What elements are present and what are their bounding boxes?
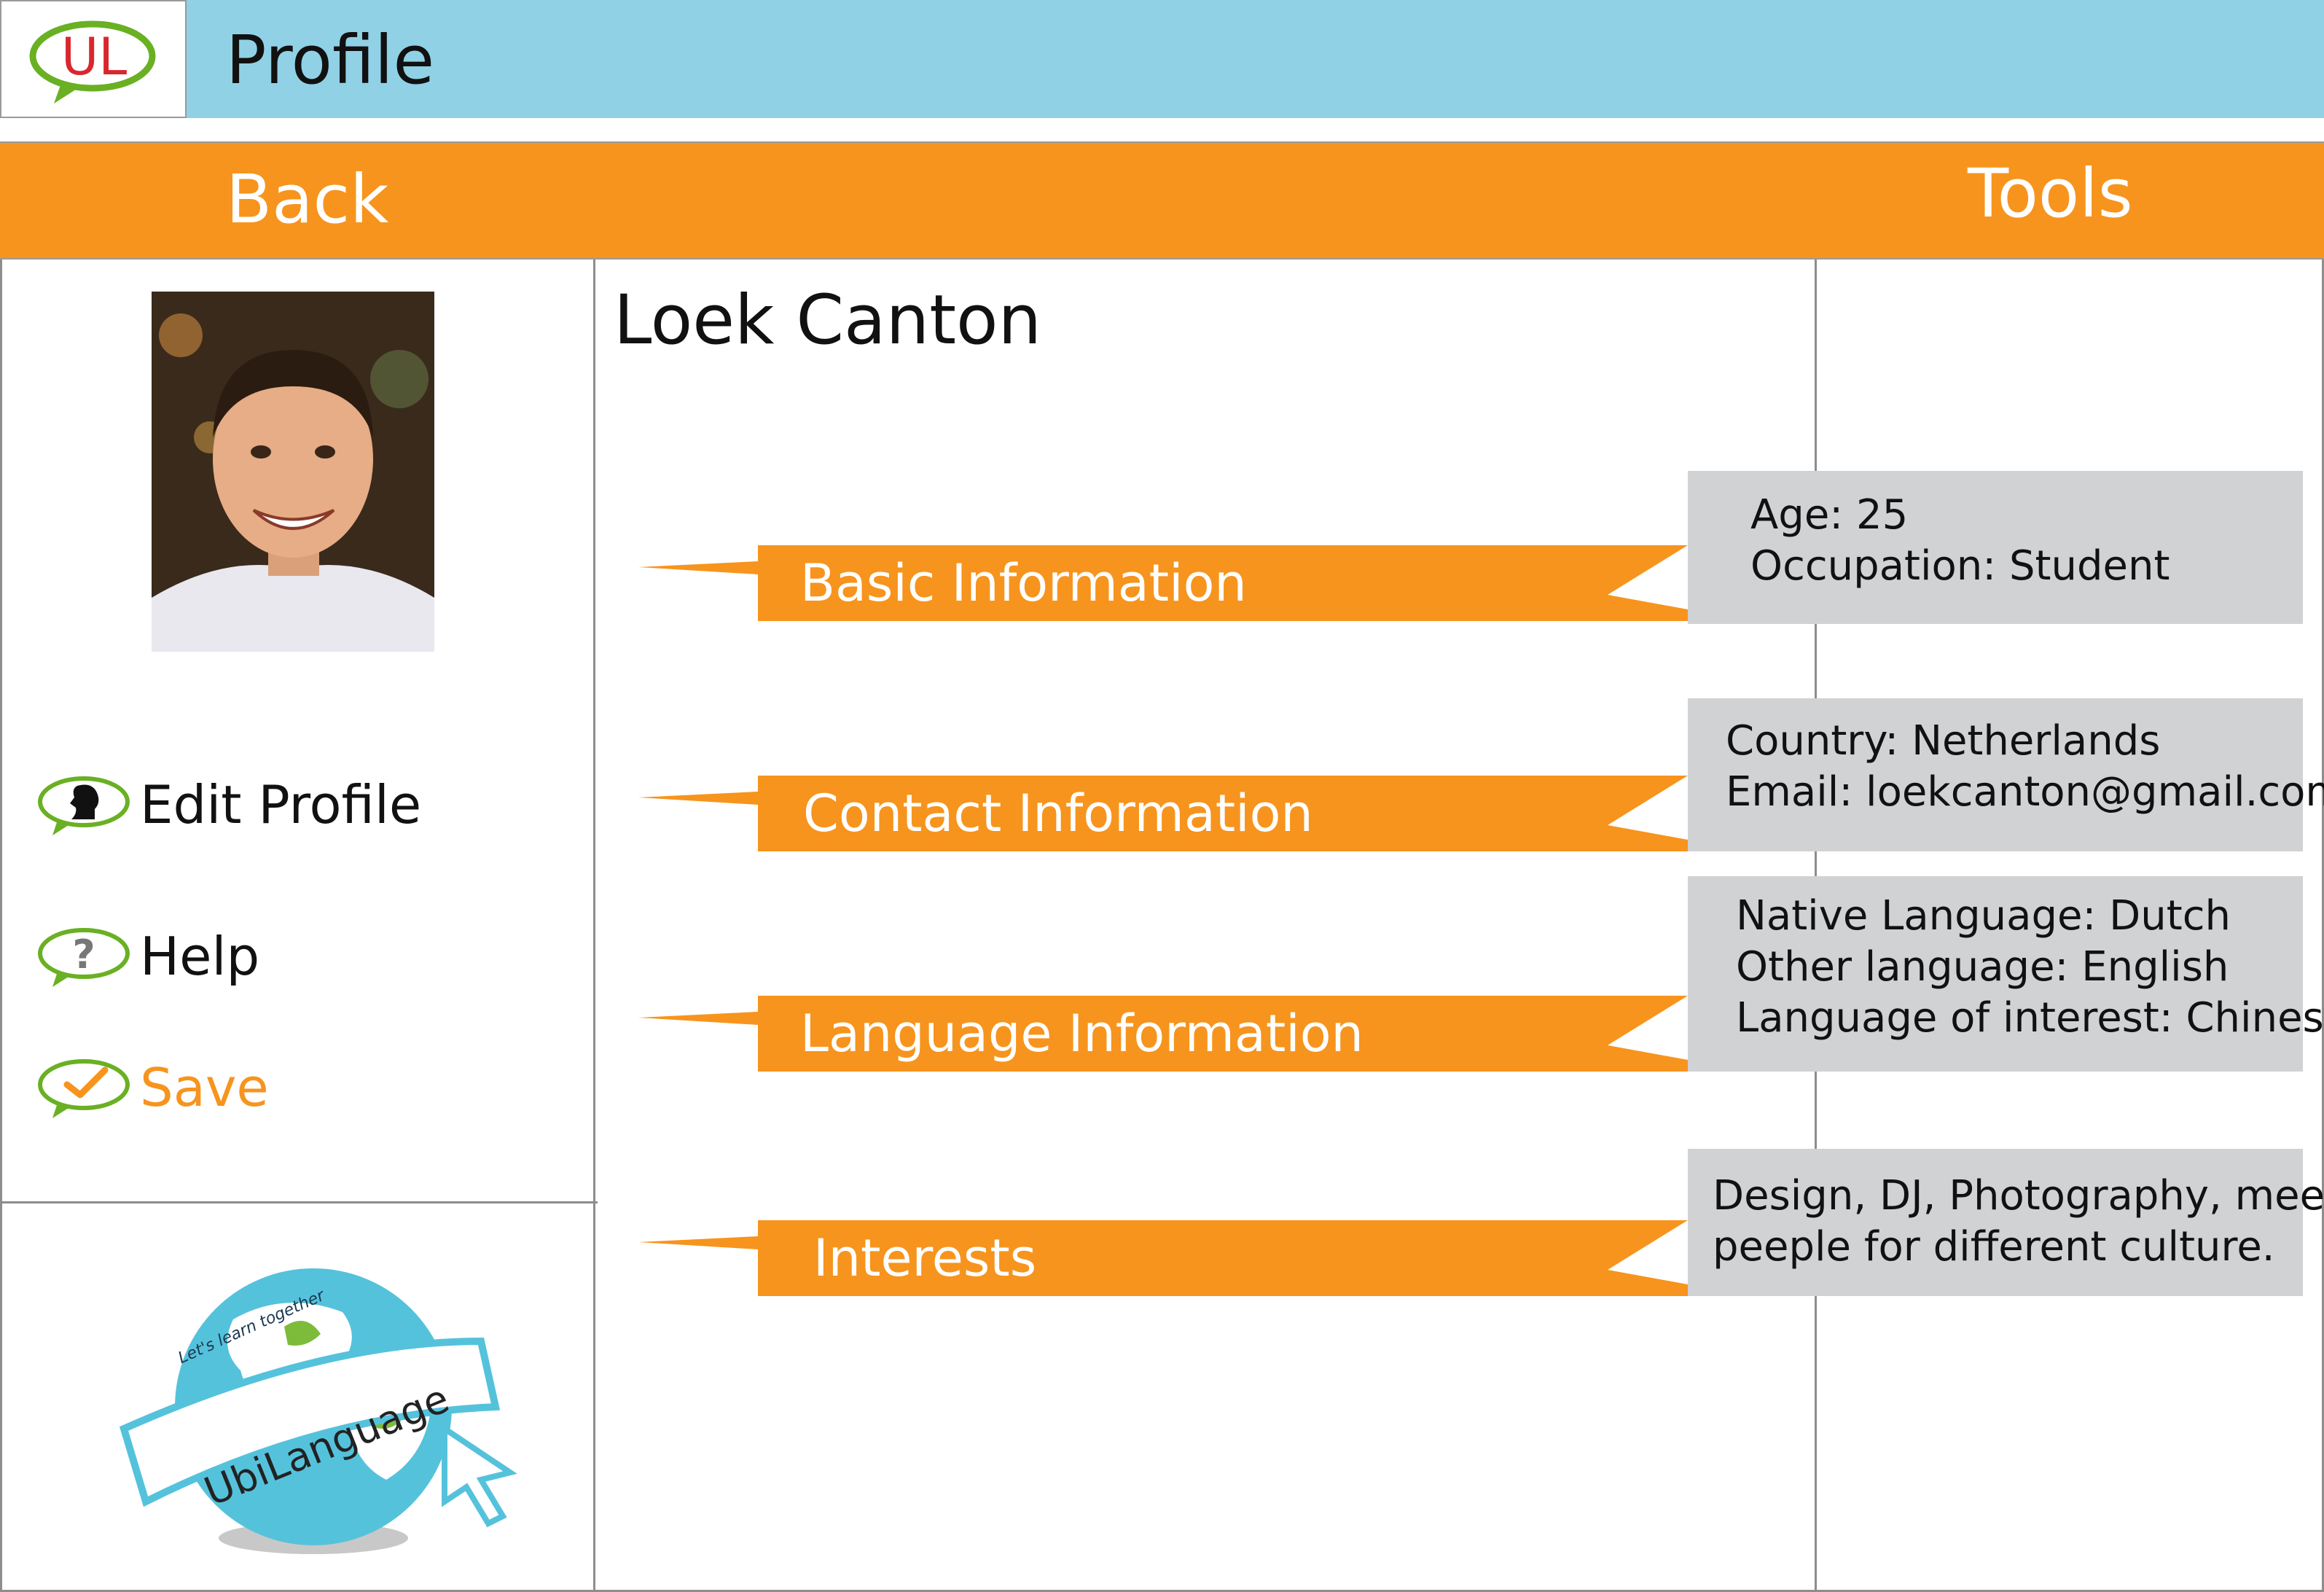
- edit-profile-icon: [38, 776, 130, 835]
- header-bar: [187, 0, 2324, 118]
- section-banner-shape: [638, 1220, 1688, 1296]
- country-text: Country: Netherlands: [1726, 717, 2161, 765]
- interests-line-1: Design, DJ, Photography, meet: [1713, 1172, 2324, 1220]
- profile-photo-image: [152, 292, 434, 652]
- left-border: [0, 260, 2, 1592]
- ubilanguage-logo: UbiLanguage Let's learn together: [102, 1225, 554, 1567]
- ul-logo-icon: UL: [29, 20, 156, 104]
- interests-banner[interactable]: Interests: [638, 1220, 1688, 1296]
- email-text: Email: loekcanton@gmail.com: [1726, 768, 2324, 816]
- page-title: Profile: [226, 21, 435, 99]
- contact-information-box: Country: Netherlands Email: loekcanton@g…: [1688, 698, 2324, 851]
- save-check-icon: [38, 1059, 130, 1118]
- edit-profile-label: Edit Profile: [140, 774, 422, 835]
- language-of-interest-text: Language of interest: Chinese: [1736, 994, 2324, 1042]
- globe-logo-icon: UbiLanguage Let's learn together: [119, 1268, 517, 1554]
- contact-information-label: Contact Information: [803, 784, 1313, 843]
- help-menu-item[interactable]: ? Help: [35, 923, 259, 990]
- native-language-text: Native Language: Dutch: [1736, 892, 2231, 940]
- basic-information-banner[interactable]: Basic Information: [638, 545, 1688, 621]
- basic-information-label: Basic Information: [800, 553, 1247, 613]
- age-text: Age: 25: [1750, 491, 1909, 539]
- language-information-label: Language Information: [800, 1004, 1364, 1064]
- interests-box: Design, DJ, Photography, meet peeple for…: [1688, 1149, 2324, 1296]
- sidebar-section-divider: [0, 1201, 598, 1203]
- edit-profile-menu-item[interactable]: Edit Profile: [35, 771, 421, 838]
- sidebar-divider: [593, 260, 595, 1592]
- svg-text:?: ?: [72, 932, 95, 978]
- occupation-text: Occupation: Student: [1750, 542, 2170, 590]
- basic-information-box: Age: 25 Occupation: Student: [1688, 471, 2303, 624]
- save-label: Save: [140, 1057, 269, 1118]
- language-information-banner[interactable]: Language Information: [638, 996, 1688, 1072]
- logo-text: UL: [61, 27, 127, 87]
- help-label: Help: [140, 926, 260, 987]
- save-menu-item[interactable]: Save: [35, 1054, 269, 1121]
- language-information-box: Native Language: Dutch Other language: E…: [1688, 876, 2324, 1072]
- other-language-text: Other language: English: [1736, 943, 2229, 991]
- help-icon: ?: [38, 928, 130, 987]
- profile-photo[interactable]: [152, 292, 434, 652]
- user-name: Loek Canton: [614, 281, 1042, 360]
- interests-label: Interests: [813, 1228, 1037, 1288]
- app-logo-box: UL: [0, 0, 187, 118]
- back-button[interactable]: Back: [226, 157, 388, 242]
- interests-line-2: peeple for different culture.: [1713, 1223, 2275, 1271]
- tools-button[interactable]: Tools: [1968, 152, 2133, 236]
- contact-information-banner[interactable]: Contact Information: [638, 776, 1688, 851]
